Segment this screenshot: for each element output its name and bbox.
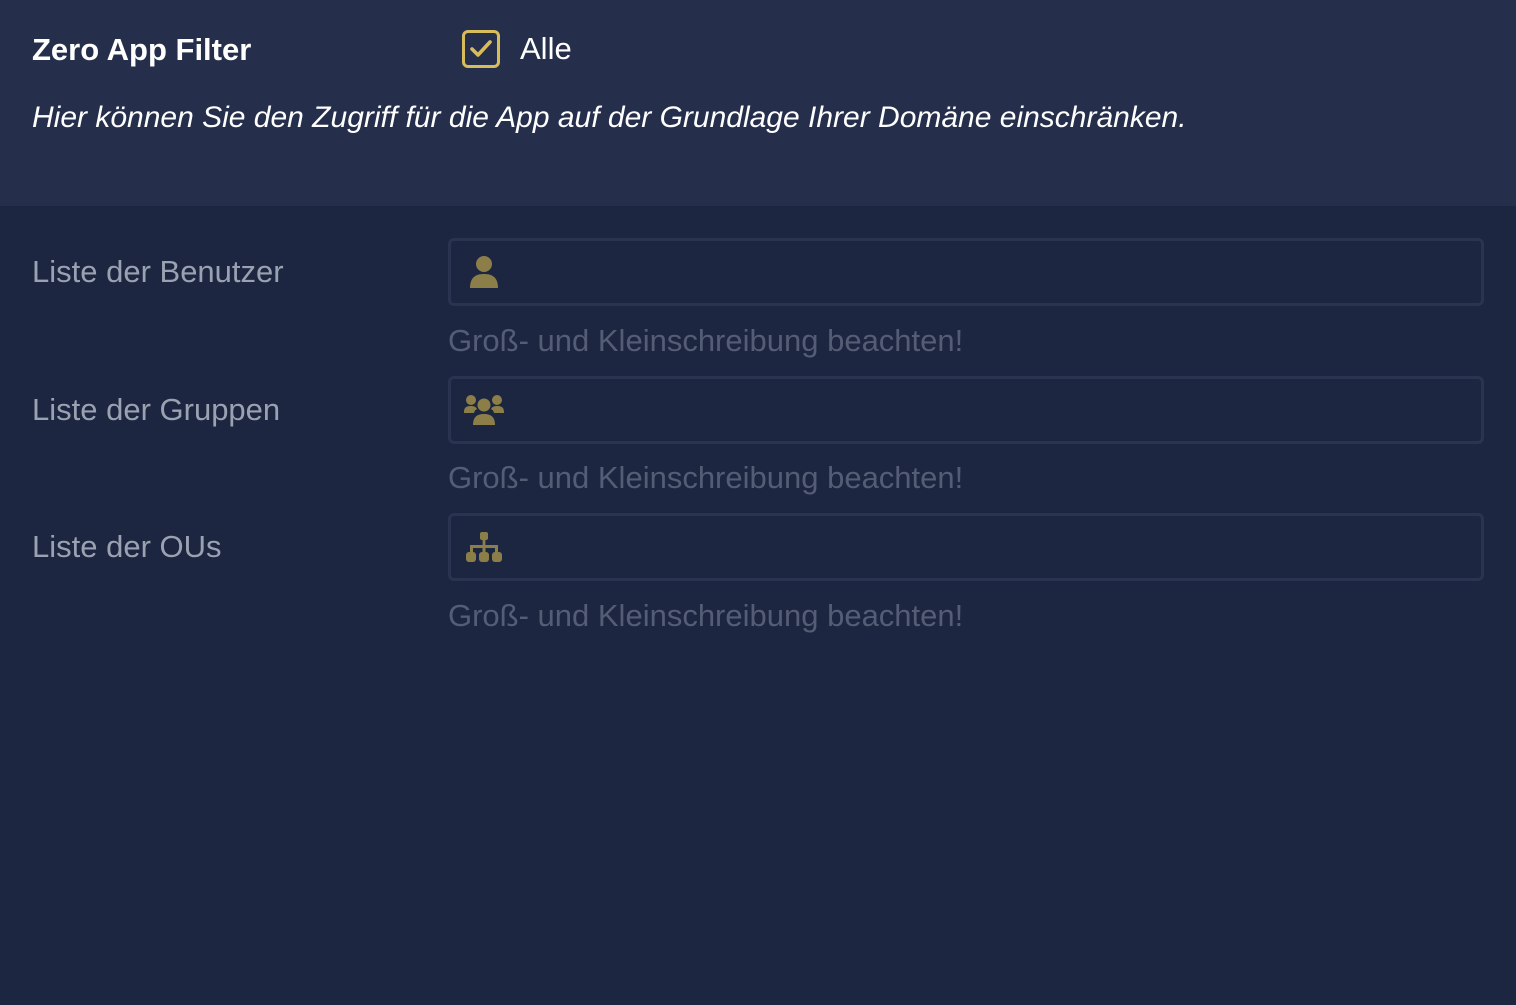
all-checkbox-control[interactable]: Alle — [462, 29, 572, 69]
users-list-field[interactable] — [448, 238, 1484, 306]
users-case-hint: Groß- und Kleinschreibung beachten! — [448, 323, 964, 358]
user-icon — [464, 254, 504, 290]
ous-list-label: Liste der OUs — [32, 529, 222, 564]
checkmark-icon — [470, 40, 492, 57]
section-title: Zero App Filter — [32, 32, 252, 67]
users-list-label: Liste der Benutzer — [32, 254, 284, 289]
filter-header: Zero App Filter Alle Hier können Sie den… — [0, 0, 1516, 206]
all-checkbox[interactable] — [462, 30, 500, 68]
ous-list-input[interactable] — [517, 516, 1471, 580]
users-list-input[interactable] — [517, 241, 1471, 305]
section-description: Hier können Sie den Zugriff für die App … — [32, 101, 1187, 134]
groups-list-field[interactable] — [448, 376, 1484, 444]
users-icon — [464, 392, 504, 428]
ous-case-hint: Groß- und Kleinschreibung beachten! — [448, 598, 964, 633]
groups-case-hint: Groß- und Kleinschreibung beachten! — [448, 460, 964, 495]
ous-list-field[interactable] — [448, 513, 1484, 581]
sitemap-icon — [464, 529, 504, 565]
zero-app-filter-panel: Zero App Filter Alle Hier können Sie den… — [0, 0, 1516, 1005]
groups-list-label: Liste der Gruppen — [32, 392, 281, 427]
groups-list-input[interactable] — [517, 379, 1471, 443]
all-checkbox-label[interactable]: Alle — [520, 29, 572, 69]
